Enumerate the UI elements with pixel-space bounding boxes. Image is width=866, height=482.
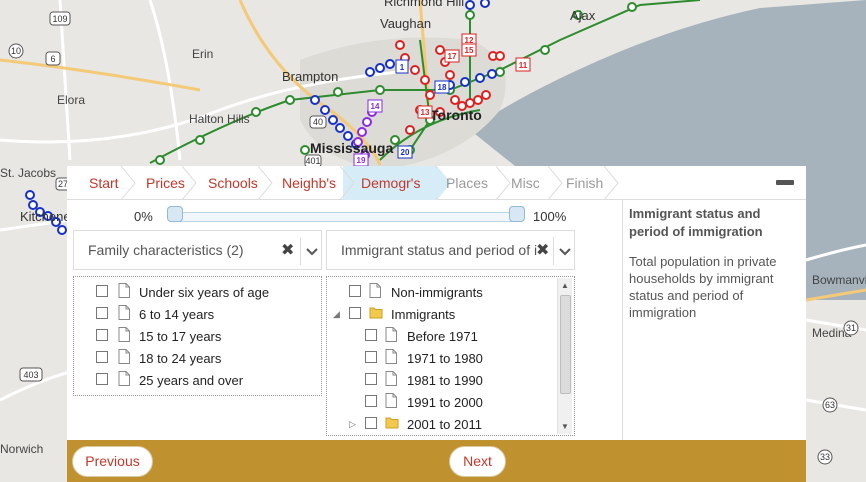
document-icon — [385, 371, 397, 386]
list-item-label: Immigrants — [391, 307, 456, 322]
folder-icon — [385, 417, 399, 429]
clear-selection-icon[interactable]: ✖ — [536, 240, 549, 260]
document-icon — [118, 349, 130, 364]
slider-high-handle[interactable] — [509, 206, 525, 222]
list-item-label: 1971 to 1980 — [407, 351, 483, 366]
checkbox[interactable] — [96, 329, 108, 341]
immigrant-status-select[interactable]: Immigrant status and period of im ✖ — [326, 230, 575, 270]
map-label-norwich: Norwich — [0, 442, 44, 456]
map-label-halton-hills: Halton Hills — [189, 112, 250, 126]
collapsed-triangle-icon[interactable]: ▷ — [349, 419, 356, 430]
range-slider-track[interactable] — [175, 212, 519, 222]
map-label-medina: Medina — [812, 326, 852, 340]
info-title: Immigrant status and period of immigrati… — [629, 206, 763, 239]
scroll-up-icon[interactable]: ▲ — [561, 281, 569, 290]
map-label-erin: Erin — [192, 47, 214, 61]
map-label-brampton: Brampton — [282, 69, 339, 84]
info-description: Total population in private households b… — [629, 254, 777, 320]
list-item-label: 18 to 24 years — [139, 351, 222, 366]
tree-scrollbar[interactable]: ▲ ▼ — [557, 278, 572, 434]
scroll-down-icon[interactable]: ▼ — [561, 422, 569, 431]
slider-min-label: 0% — [134, 209, 153, 224]
expanded-triangle-icon[interactable]: ◢ — [333, 309, 340, 320]
wizard-footer: Previous Next — [67, 440, 806, 482]
collapse-panel-button[interactable] — [776, 180, 794, 185]
step-demographics[interactable]: Demogr's — [339, 166, 420, 200]
document-icon — [118, 283, 130, 298]
map-label-mississauga: Mississauga — [310, 140, 394, 156]
list-item-label: 25 years and over — [139, 373, 244, 388]
step-neighbourhoods[interactable]: Neighb's — [260, 166, 336, 200]
immigrant-status-value: Immigrant status and period of im — [341, 242, 537, 258]
list-item-label: Under six years of age — [139, 285, 270, 300]
immigrant-status-tree: Non-immigrants ◢ Immigrants Before 1971 … — [326, 276, 575, 436]
slider-max-label: 100% — [533, 209, 567, 224]
checkbox[interactable] — [349, 307, 361, 319]
family-characteristics-select[interactable]: Family characteristics (2) ✖ — [73, 230, 322, 270]
step-places[interactable]: Places — [424, 166, 488, 200]
map-label-ajax: Ajax — [570, 8, 596, 23]
info-panel: Immigrant status and period of immigrati… — [622, 200, 806, 440]
chevron-down-icon[interactable] — [304, 243, 320, 259]
previous-button[interactable]: Previous — [72, 446, 153, 477]
list-item-label: 1991 to 2000 — [407, 395, 483, 410]
family-characteristics-list: Under six years of age 6 to 14 years 15 … — [73, 276, 322, 396]
folder-icon — [369, 307, 383, 319]
map-label-elora: Elora — [57, 93, 86, 107]
checkbox[interactable] — [365, 329, 377, 341]
checkbox[interactable] — [96, 351, 108, 363]
document-icon — [385, 349, 397, 364]
family-characteristics-value: Family characteristics (2) — [88, 242, 244, 258]
map-label-bowmanville: Bowmanville — [812, 273, 866, 287]
combo-divider — [553, 237, 554, 265]
wizard-steps: Start Prices Schools Neighb's Demogr's P… — [67, 166, 806, 200]
document-icon — [118, 327, 130, 342]
range-slider-row: 0% 100% — [67, 202, 622, 232]
map-label-toronto: Toronto — [430, 107, 482, 123]
next-button[interactable]: Next — [449, 446, 506, 477]
list-item-label: 1981 to 1990 — [407, 373, 483, 388]
step-start[interactable]: Start — [67, 166, 119, 200]
list-item-label: Non-immigrants — [391, 285, 483, 300]
document-icon — [385, 327, 397, 342]
clear-selection-icon[interactable]: ✖ — [281, 240, 294, 260]
document-icon — [385, 393, 397, 408]
scrollbar-thumb[interactable] — [560, 295, 571, 394]
list-item-label: Before 1971 — [407, 329, 478, 344]
checkbox[interactable] — [365, 351, 377, 363]
list-item-label: 2001 to 2011 — [407, 417, 482, 432]
checkbox[interactable] — [96, 373, 108, 385]
checkbox[interactable] — [96, 285, 108, 297]
chevron-down-icon[interactable] — [557, 243, 573, 259]
list-item-label: 15 to 17 years — [139, 329, 222, 344]
map-label-st-jacobs: St. Jacobs — [0, 166, 57, 180]
step-schools[interactable]: Schools — [186, 166, 258, 200]
step-prices[interactable]: Prices — [124, 166, 185, 200]
checkbox[interactable] — [365, 417, 377, 429]
list-item-label: 6 to 14 years — [139, 307, 215, 322]
map-label-richmond-hill: Richmond Hill — [384, 0, 465, 9]
combo-divider — [300, 237, 301, 265]
checkbox[interactable] — [365, 373, 377, 385]
document-icon — [118, 371, 130, 386]
slider-low-handle[interactable] — [167, 206, 183, 222]
checkbox[interactable] — [349, 285, 361, 297]
document-icon — [118, 305, 130, 320]
step-finish[interactable]: Finish — [544, 166, 603, 200]
map-label-vaughan: Vaughan — [380, 16, 432, 31]
step-misc[interactable]: Misc — [489, 166, 540, 200]
checkbox[interactable] — [365, 395, 377, 407]
document-icon — [369, 283, 381, 298]
wizard-panel: Start Prices Schools Neighb's Demogr's P… — [67, 166, 806, 482]
checkbox[interactable] — [96, 307, 108, 319]
